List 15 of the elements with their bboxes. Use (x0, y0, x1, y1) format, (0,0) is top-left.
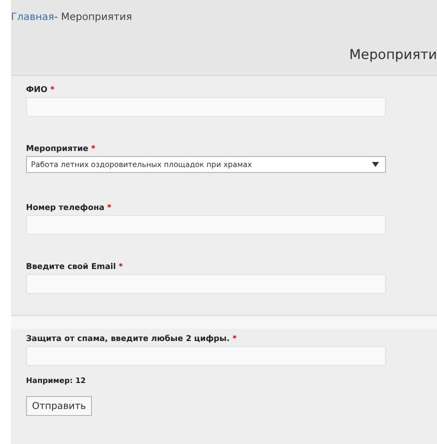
required-mark: * (50, 85, 54, 94)
caret-icon (372, 162, 379, 167)
field-label: Номер телефона (26, 203, 104, 212)
breadcrumb-current: - Мероприятия (54, 12, 132, 23)
page-heading: Мероприяти (349, 47, 437, 63)
required-mark: * (118, 262, 123, 271)
field-label: Защита от спама, введите любые 2 цифры. (26, 334, 230, 343)
submit-button[interactable]: Отправить (26, 396, 92, 416)
required-mark: * (107, 203, 112, 212)
required-mark: * (91, 144, 96, 153)
required-mark: * (232, 334, 237, 343)
field-label: ФИО (26, 85, 48, 94)
field-label: Введите свой Email (26, 262, 116, 271)
breadcrumb-link[interactable]: Главная (11, 12, 54, 23)
field-label: Мероприятие (26, 144, 88, 153)
